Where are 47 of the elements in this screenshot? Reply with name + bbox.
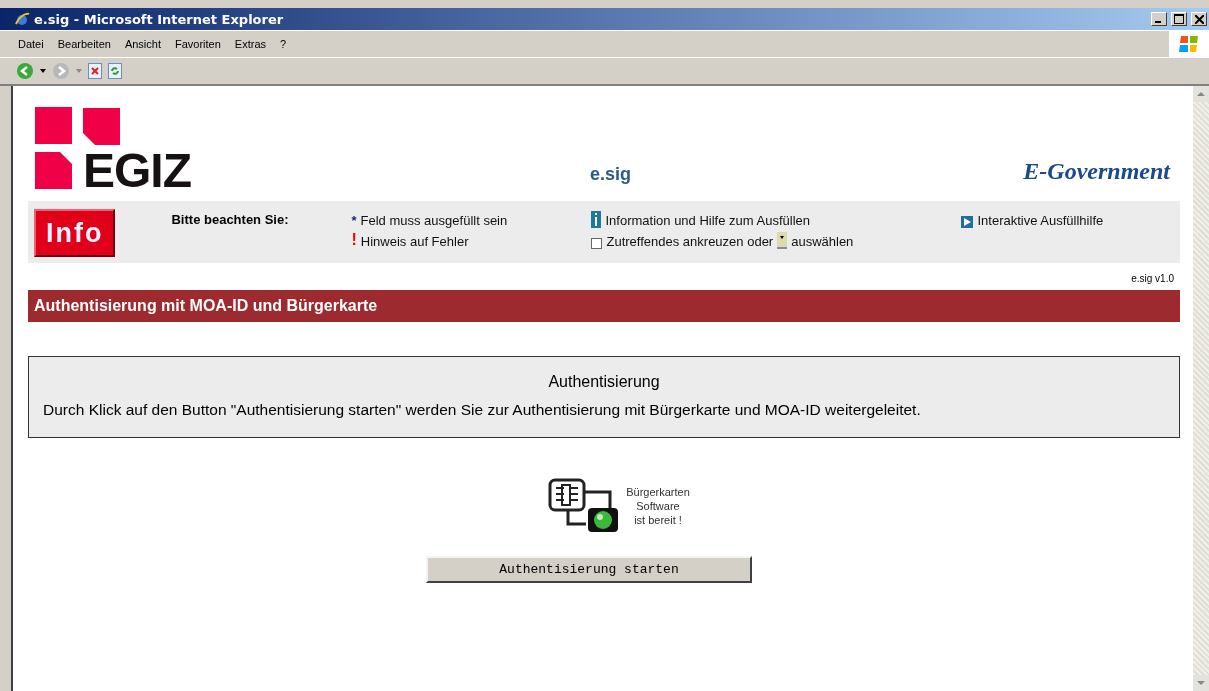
logo-mark-icon bbox=[83, 108, 120, 145]
minimize-button[interactable] bbox=[1151, 12, 1167, 26]
legend-text: Interaktive Ausfüllhilfe bbox=[977, 213, 1104, 228]
menu-item[interactable]: Extras bbox=[234, 38, 267, 50]
legend-text: Hinweis auf Fehler bbox=[360, 234, 469, 249]
start-authentication-button[interactable]: Authentisierung starten bbox=[426, 556, 752, 583]
menu-item[interactable]: Datei bbox=[18, 38, 44, 50]
forward-icon[interactable] bbox=[52, 62, 70, 80]
status-text: Bürgerkarten Software ist bereit ! bbox=[626, 485, 690, 527]
checkbox-icon bbox=[591, 238, 603, 249]
maximize-button[interactable] bbox=[1171, 12, 1187, 26]
maximize-icon bbox=[1174, 14, 1184, 24]
legend-text: Information und Hilfe zum Ausfüllen bbox=[605, 213, 810, 228]
section-header: Authentisierung mit MOA-ID und Bürgerkarte bbox=[28, 290, 1180, 322]
logo-mark-icon bbox=[35, 107, 75, 189]
smart-card-reader-icon bbox=[548, 478, 621, 534]
dropdown-icon bbox=[777, 232, 788, 249]
close-icon bbox=[1194, 14, 1204, 24]
close-button[interactable] bbox=[1191, 12, 1207, 26]
site-name: e.sig bbox=[590, 164, 633, 185]
play-icon bbox=[961, 216, 974, 228]
legend-text: auswählen bbox=[791, 234, 854, 249]
menu-item[interactable]: Favoriten bbox=[175, 38, 221, 50]
panel-title: Authentisierung bbox=[547, 373, 661, 391]
menu-item[interactable]: ? bbox=[280, 38, 287, 50]
legend-text: Zutreffendes ankreuzen oder bbox=[606, 234, 774, 249]
scroll-up-icon[interactable] bbox=[1193, 86, 1209, 102]
back-icon[interactable] bbox=[16, 62, 34, 80]
vertical-scrollbar[interactable] bbox=[1193, 86, 1209, 691]
e-government-label: E-Government bbox=[1023, 158, 1170, 185]
menu-item[interactable]: Ansicht bbox=[124, 38, 161, 50]
info-icon bbox=[591, 211, 602, 228]
scroll-down-icon[interactable] bbox=[1193, 675, 1209, 691]
notice-heading: Bitte beachten Sie: bbox=[171, 212, 290, 227]
asterisk-symbol: * bbox=[351, 213, 357, 228]
window-title: e.sig - Microsoft Internet Explorer bbox=[34, 11, 284, 27]
panel-text: Durch Klick auf den Button "Authentisierung starten" werden Sie zur Authentisierung mit Bürgerkarte und MOA-ID weitergeleitet. bbox=[43, 401, 922, 419]
refresh-icon[interactable] bbox=[108, 63, 122, 79]
legend-text: Feld muss ausgefüllt sein bbox=[360, 213, 508, 228]
logo-text: EGIZ bbox=[83, 153, 191, 189]
stop-icon[interactable] bbox=[88, 63, 102, 79]
menu-item[interactable]: Bearbeiten bbox=[57, 38, 111, 50]
exclamation-symbol: ! bbox=[351, 231, 357, 249]
version-label: e.sig v1.0 bbox=[1131, 273, 1174, 284]
browser-icon bbox=[14, 11, 30, 27]
info-badge: Info bbox=[34, 209, 116, 257]
dropdown-arrow-icon[interactable] bbox=[40, 69, 46, 73]
